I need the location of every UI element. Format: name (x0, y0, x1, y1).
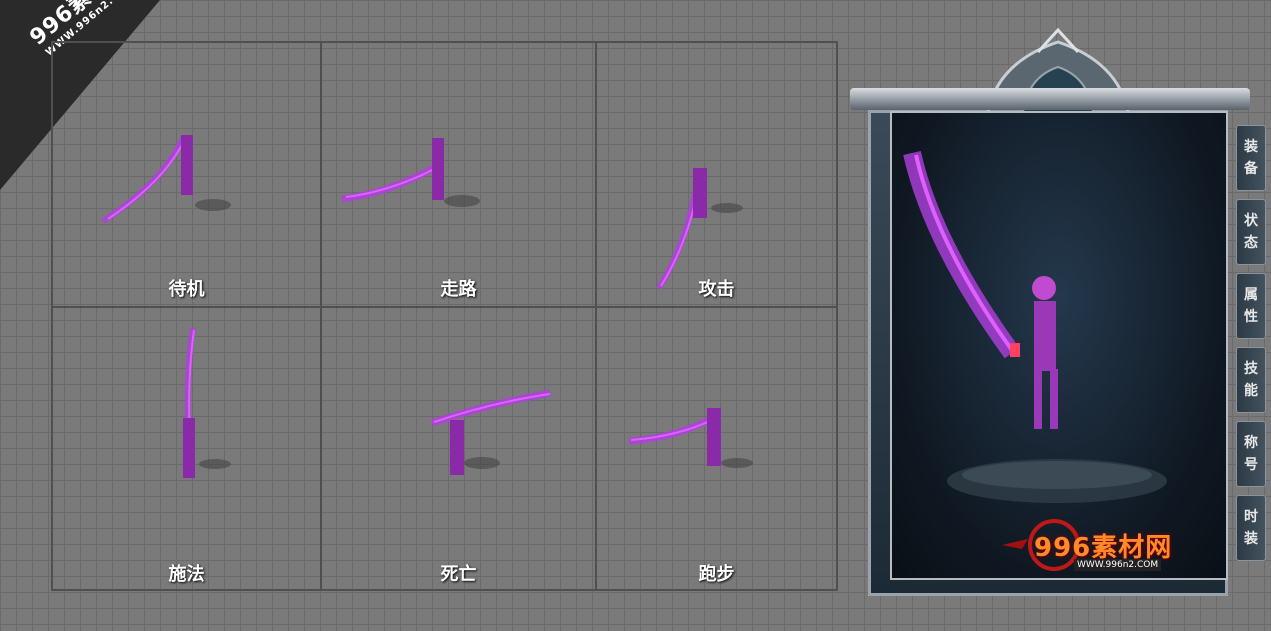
tab-status[interactable]: 状 态 (1236, 199, 1266, 265)
animation-grid: 待机 走路 攻击 施法 死亡 跑步 (51, 41, 838, 591)
tab-fashion[interactable]: 时 装 (1236, 495, 1266, 561)
tab-titles-char-2: 号 (1244, 457, 1258, 473)
cast-sprite (183, 327, 231, 478)
tab-status-char-1: 状 (1244, 213, 1258, 229)
preview-tabs: 装 备 状 态 属 性 技 能 称 号 时 装 (1236, 125, 1266, 569)
anim-cell-run[interactable]: 跑步 (597, 308, 836, 589)
tab-status-char-2: 态 (1244, 235, 1258, 251)
tab-equipment-char-1: 装 (1244, 139, 1258, 155)
anim-label-idle: 待机 (168, 279, 205, 300)
anim-label-attack: 攻击 (698, 279, 735, 300)
character-figure (903, 151, 1167, 503)
logo-url: WWW.996n2.COM (1074, 559, 1162, 571)
anim-cell-idle[interactable]: 待机 (53, 43, 322, 308)
tab-fashion-char-1: 时 (1244, 509, 1258, 525)
walk-sprite (341, 138, 480, 207)
tab-attributes-char-2: 性 (1244, 309, 1258, 325)
anim-label-cast: 施法 (168, 564, 205, 585)
brand-logo: 996素材网 WWW.996n2.COM (992, 519, 1192, 578)
tab-fashion-char-2: 装 (1244, 531, 1258, 547)
death-sprite (430, 389, 551, 475)
anim-cell-death[interactable]: 死亡 (322, 308, 597, 589)
tab-equipment[interactable]: 装 备 (1236, 125, 1266, 191)
anim-label-run: 跑步 (698, 564, 735, 585)
anim-cell-walk[interactable]: 走路 (322, 43, 597, 308)
tab-attributes-char-1: 属 (1244, 287, 1258, 303)
frame-top-bar (850, 88, 1250, 110)
tab-attributes[interactable]: 属 性 (1236, 273, 1266, 339)
tab-equipment-char-2: 备 (1244, 161, 1258, 177)
anim-cell-cast[interactable]: 施法 (53, 308, 322, 589)
anim-label-death: 死亡 (440, 564, 477, 585)
tab-titles-char-1: 称 (1244, 435, 1258, 451)
anim-cell-attack[interactable]: 攻击 (597, 43, 836, 308)
tab-skills-char-2: 能 (1244, 383, 1258, 399)
run-sprite (628, 408, 753, 468)
idle-sprite (101, 135, 231, 224)
attack-sprite (656, 168, 743, 290)
tab-titles[interactable]: 称 号 (1236, 421, 1266, 487)
character-preview: 996素材网 WWW.996n2.COM (890, 111, 1228, 580)
tab-skills-char-1: 技 (1244, 361, 1258, 377)
tab-skills[interactable]: 技 能 (1236, 347, 1266, 413)
character-preview-frame: 996素材网 WWW.996n2.COM 装 备 状 态 属 性 技 能 称 号… (850, 22, 1271, 602)
anim-label-walk: 走路 (440, 279, 477, 300)
